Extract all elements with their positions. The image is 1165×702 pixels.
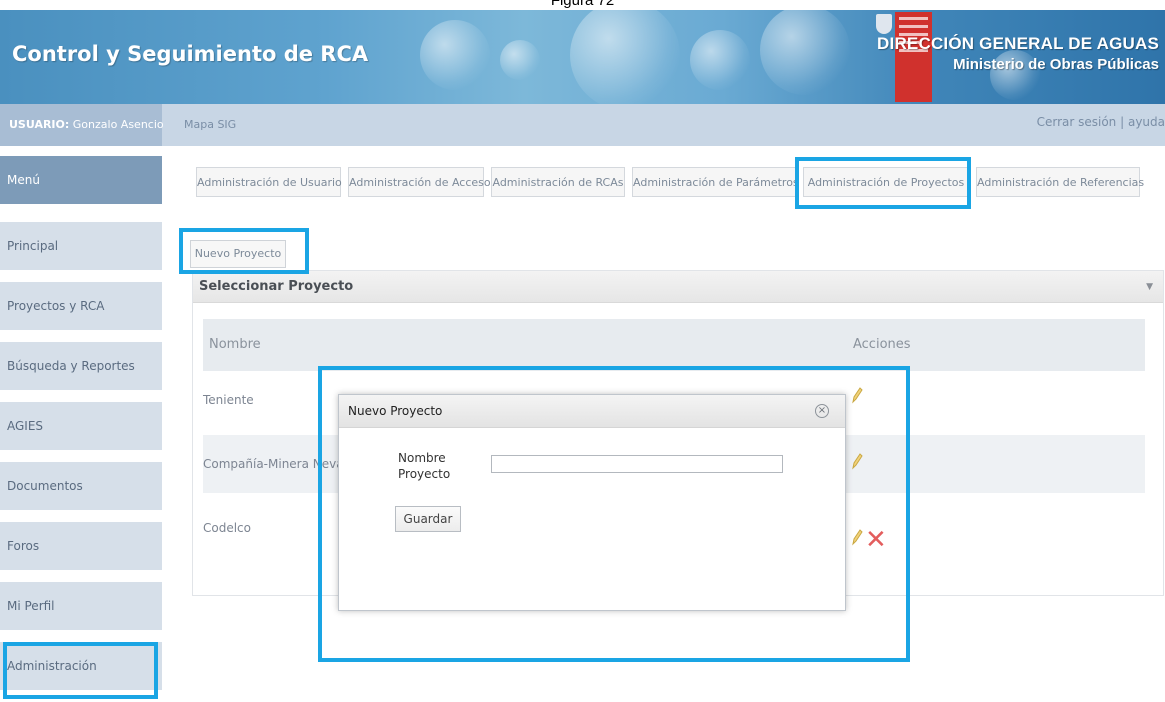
- tab-admin-acceso[interactable]: Administración de Acceso: [348, 167, 491, 197]
- panel-header[interactable]: Seleccionar Proyecto ▼: [193, 271, 1163, 303]
- new-project-dialog: Nuevo Proyecto × Nombre Proyecto Guardar: [338, 394, 846, 611]
- dialog-title: Nuevo Proyecto: [348, 404, 443, 418]
- project-name-label: Nombre Proyecto: [398, 450, 488, 482]
- sidebar-item-documentos[interactable]: Documentos: [0, 462, 162, 510]
- label-line-1: Nombre: [398, 451, 446, 465]
- session-links: Cerrar sesión | ayuda: [1037, 104, 1165, 146]
- label-line-2: Proyecto: [398, 467, 451, 481]
- sidebar-item-proyectos-rca[interactable]: Proyectos y RCA: [0, 282, 162, 330]
- column-header-nombre: Nombre: [209, 337, 261, 352]
- dialog-header: Nuevo Proyecto ×: [339, 395, 845, 428]
- tab-admin-usuario[interactable]: Administración de Usuario: [196, 167, 342, 197]
- sidebar-item-mi-perfil[interactable]: Mi Perfil: [0, 582, 162, 630]
- agency-line-1: DIRECCIÓN GENERAL DE AGUAS: [877, 34, 1159, 53]
- help-link[interactable]: ayuda: [1128, 115, 1165, 129]
- figure-caption: Figura 72: [550, 0, 615, 9]
- logout-link[interactable]: Cerrar sesión: [1037, 115, 1117, 129]
- header-banner: Control y Seguimiento de RCA DIRECCIÓN G…: [0, 10, 1165, 104]
- user-info: USUARIO: Gonzalo Asencio: [0, 104, 164, 146]
- app-title: Control y Seguimiento de RCA: [12, 42, 369, 66]
- agency-name: DIRECCIÓN GENERAL DE AGUAS Ministerio de…: [877, 34, 1159, 73]
- panel-title: Seleccionar Proyecto: [199, 279, 354, 294]
- coat-of-arms-icon: [876, 14, 892, 34]
- sidebar-item-agies[interactable]: AGIES: [0, 402, 162, 450]
- close-icon[interactable]: ×: [815, 404, 829, 418]
- delete-x-icon[interactable]: ✕: [865, 527, 887, 553]
- edit-pencil-icon[interactable]: [851, 386, 863, 404]
- separator: |: [1120, 115, 1125, 129]
- sidebar-item-busqueda-reportes[interactable]: Búsqueda y Reportes: [0, 342, 162, 390]
- edit-pencil-icon[interactable]: [851, 528, 863, 546]
- tab-admin-parametros[interactable]: Administración de Parámetros: [632, 167, 799, 197]
- tab-admin-referencias[interactable]: Administración de Referencias: [976, 167, 1144, 197]
- save-button[interactable]: Guardar: [395, 506, 461, 532]
- sidebar-item-administracion[interactable]: Administración: [0, 642, 162, 690]
- collapse-arrow-icon[interactable]: ▼: [1146, 271, 1153, 303]
- edit-pencil-icon[interactable]: [851, 452, 863, 470]
- tab-admin-proyectos[interactable]: Administración de Proyectos: [803, 167, 969, 197]
- project-name: Teniente: [203, 393, 254, 407]
- user-label: USUARIO:: [9, 118, 70, 131]
- sidebar-item-principal[interactable]: Principal: [0, 222, 162, 270]
- project-name: Compañía-Minera Nevada: [203, 457, 359, 471]
- sidebar-menu-header: Menú: [0, 156, 162, 204]
- user-bar: USUARIO: Gonzalo Asencio Mapa SIG Cerrar…: [0, 104, 1165, 146]
- sidebar-item-foros[interactable]: Foros: [0, 522, 162, 570]
- new-project-button[interactable]: Nuevo Proyecto: [190, 240, 286, 268]
- user-name: Gonzalo Asencio: [72, 118, 164, 131]
- column-header-acciones: Acciones: [853, 337, 911, 352]
- project-name-input[interactable]: [491, 455, 783, 473]
- table-header: Nombre Acciones: [203, 319, 1145, 371]
- agency-line-2: Ministerio de Obras Públicas: [953, 56, 1159, 73]
- project-name: Codelco: [203, 521, 251, 535]
- tab-admin-rcas[interactable]: Administración de RCAs: [491, 167, 625, 197]
- map-sig-link[interactable]: Mapa SIG: [172, 104, 236, 146]
